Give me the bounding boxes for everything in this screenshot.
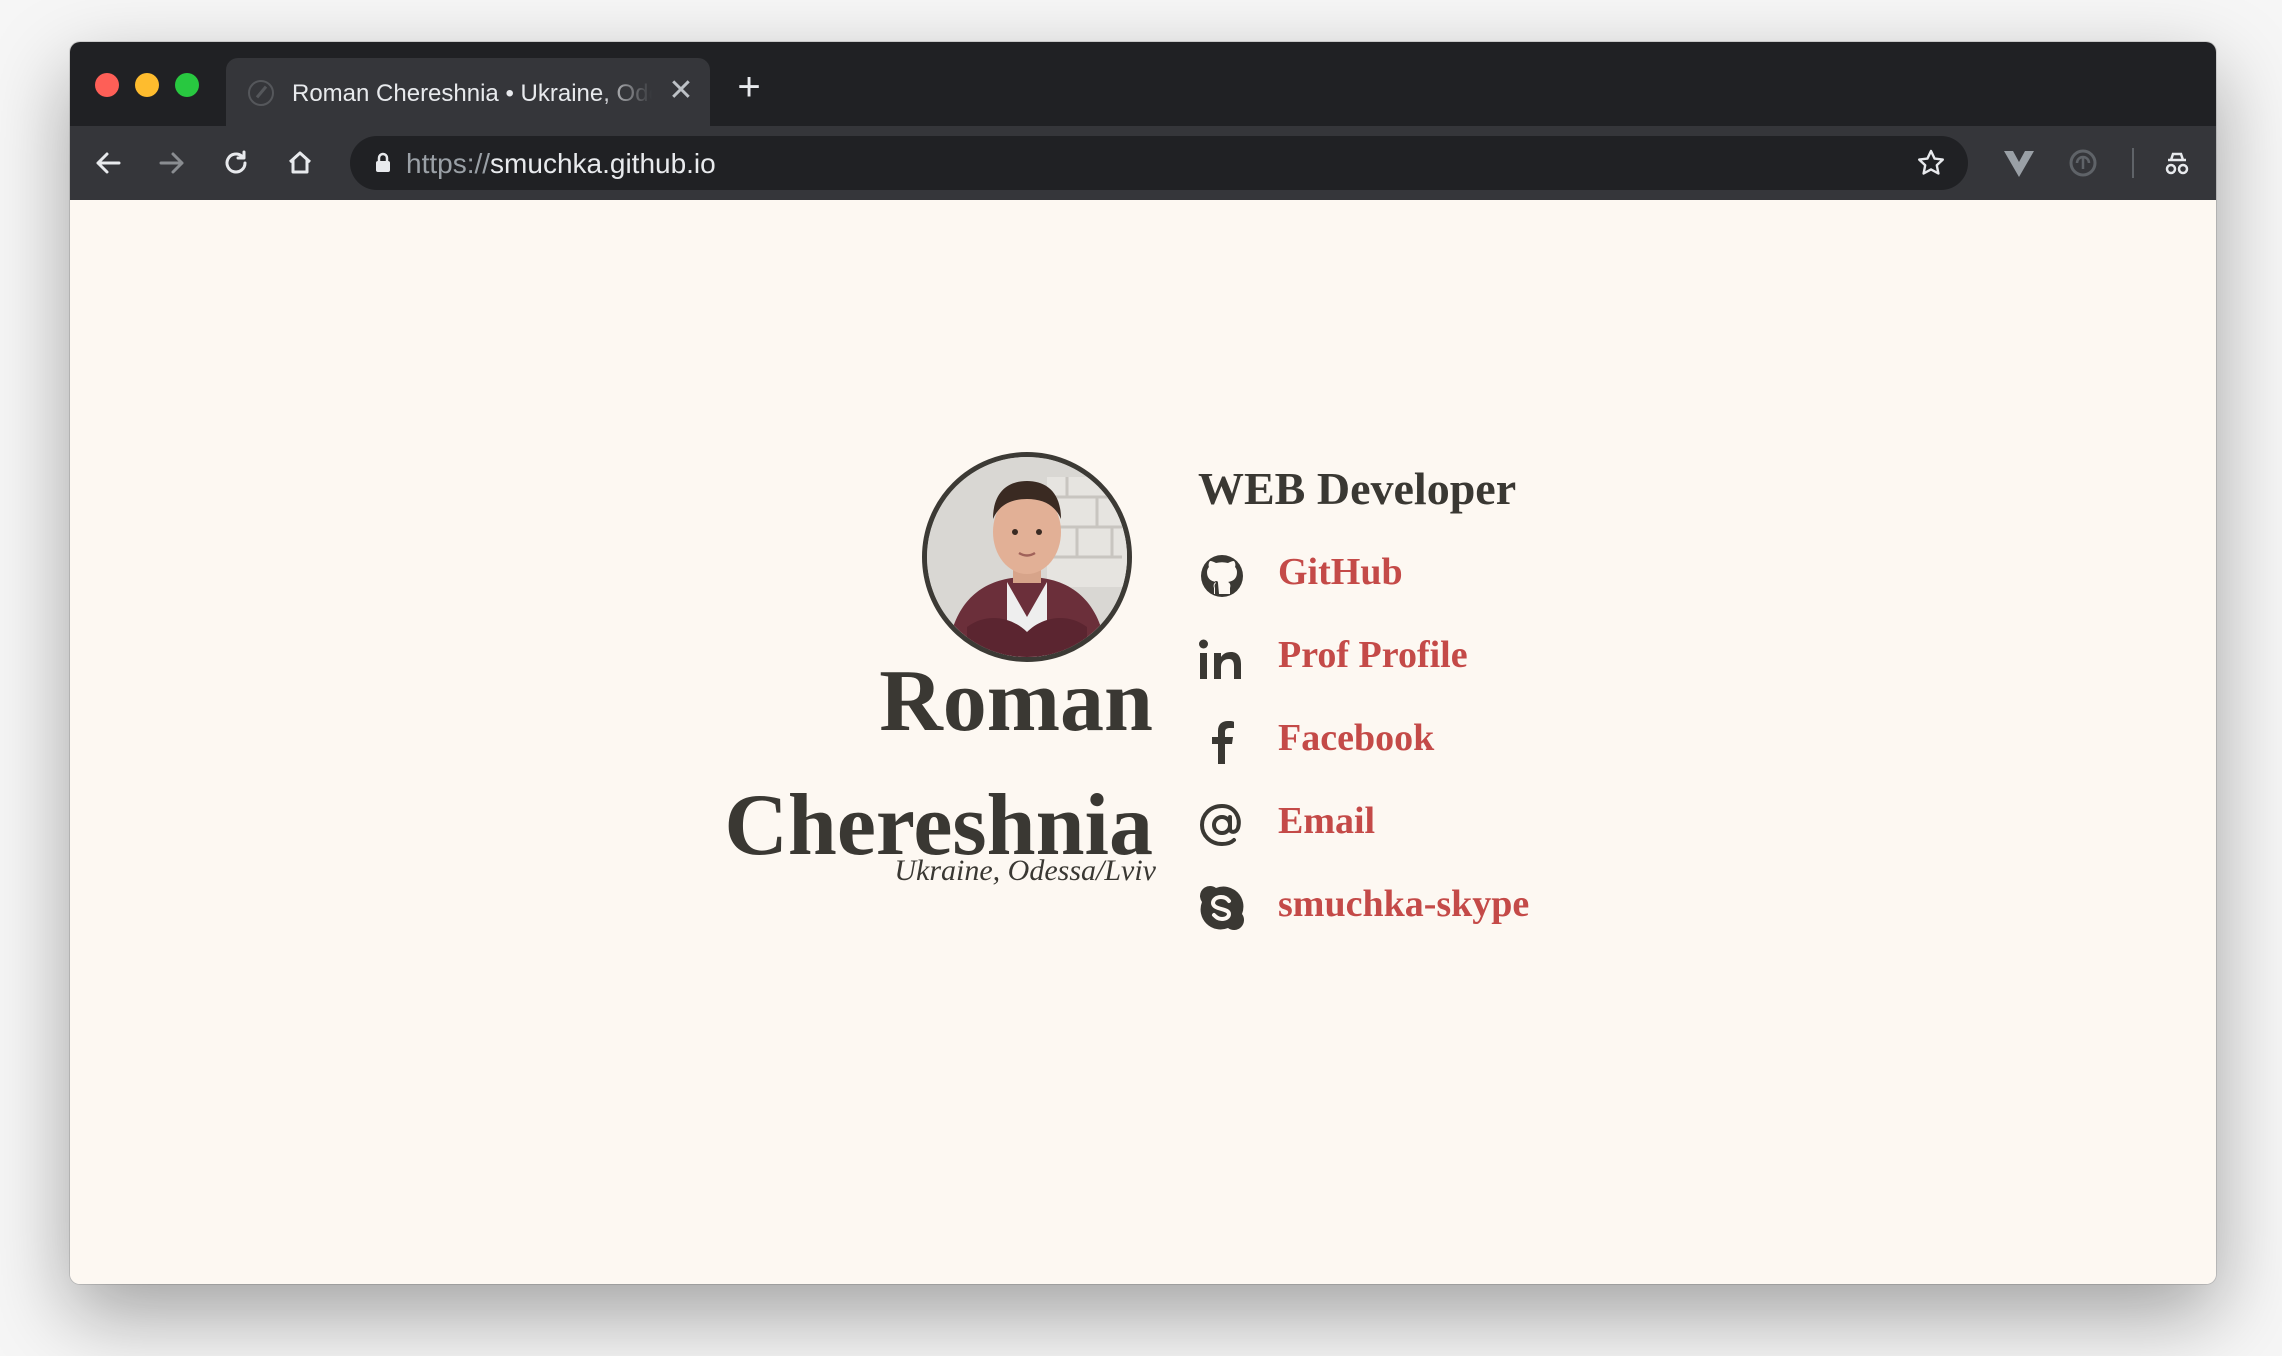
close-window-button[interactable] bbox=[95, 73, 119, 97]
at-icon[interactable] bbox=[1198, 801, 1246, 849]
lock-icon[interactable] bbox=[370, 150, 396, 176]
new-tab-button[interactable]: + bbox=[732, 67, 766, 107]
link-skype[interactable]: smuchka-skype bbox=[1278, 882, 1529, 926]
page-content: Roman Chereshnia Ukraine, Odessa/Lviv WE… bbox=[70, 200, 2216, 1284]
github-icon[interactable] bbox=[1198, 552, 1246, 600]
facebook-icon[interactable] bbox=[1198, 718, 1246, 766]
toolbar: https://smuchka.github.io bbox=[70, 126, 2216, 200]
profile-name: Roman Chereshnia bbox=[724, 640, 1153, 888]
incognito-icon[interactable] bbox=[2158, 144, 2196, 182]
home-icon[interactable] bbox=[281, 144, 319, 182]
tab-title: Roman Chereshnia • Ukraine, Odessa/Lviv bbox=[292, 80, 652, 107]
star-icon[interactable] bbox=[1914, 146, 1948, 180]
url-host: smuchka.github.io bbox=[490, 148, 716, 179]
favicon-icon bbox=[248, 80, 274, 106]
link-email[interactable]: Email bbox=[1278, 799, 1375, 843]
profile-role: WEB Developer bbox=[1198, 463, 1517, 514]
tab-close-button[interactable]: ✕ bbox=[666, 76, 696, 106]
tab-active[interactable]: Roman Chereshnia • Ukraine, Odessa/Lviv … bbox=[226, 58, 710, 126]
link-github[interactable]: GitHub bbox=[1278, 550, 1403, 594]
link-prof-profile[interactable]: Prof Profile bbox=[1278, 633, 1468, 677]
maximize-window-button[interactable] bbox=[175, 73, 199, 97]
profile-location: Ukraine, Odessa/Lviv bbox=[894, 854, 1156, 887]
forward-arrow-icon[interactable] bbox=[153, 144, 191, 182]
extension-icon[interactable] bbox=[2064, 144, 2102, 182]
vue-devtools-icon[interactable] bbox=[2000, 144, 2038, 182]
url-scheme: https:// bbox=[406, 148, 491, 179]
avatar bbox=[922, 452, 1132, 662]
back-arrow-icon[interactable] bbox=[89, 144, 127, 182]
toolbar-divider bbox=[2132, 148, 2134, 178]
link-facebook[interactable]: Facebook bbox=[1278, 716, 1434, 760]
linkedin-icon[interactable] bbox=[1198, 635, 1246, 683]
tab-strip: Roman Chereshnia • Ukraine, Odessa/Lviv … bbox=[70, 42, 2216, 126]
browser-window: Roman Chereshnia • Ukraine, Odessa/Lviv … bbox=[70, 42, 2216, 1284]
profile-first-name: Roman bbox=[879, 653, 1153, 750]
skype-icon[interactable] bbox=[1198, 884, 1246, 932]
minimize-window-button[interactable] bbox=[135, 73, 159, 97]
address-bar[interactable]: https://smuchka.github.io bbox=[350, 136, 1968, 190]
url-text[interactable]: https://smuchka.github.io bbox=[406, 148, 716, 179]
reload-icon[interactable] bbox=[217, 144, 255, 182]
